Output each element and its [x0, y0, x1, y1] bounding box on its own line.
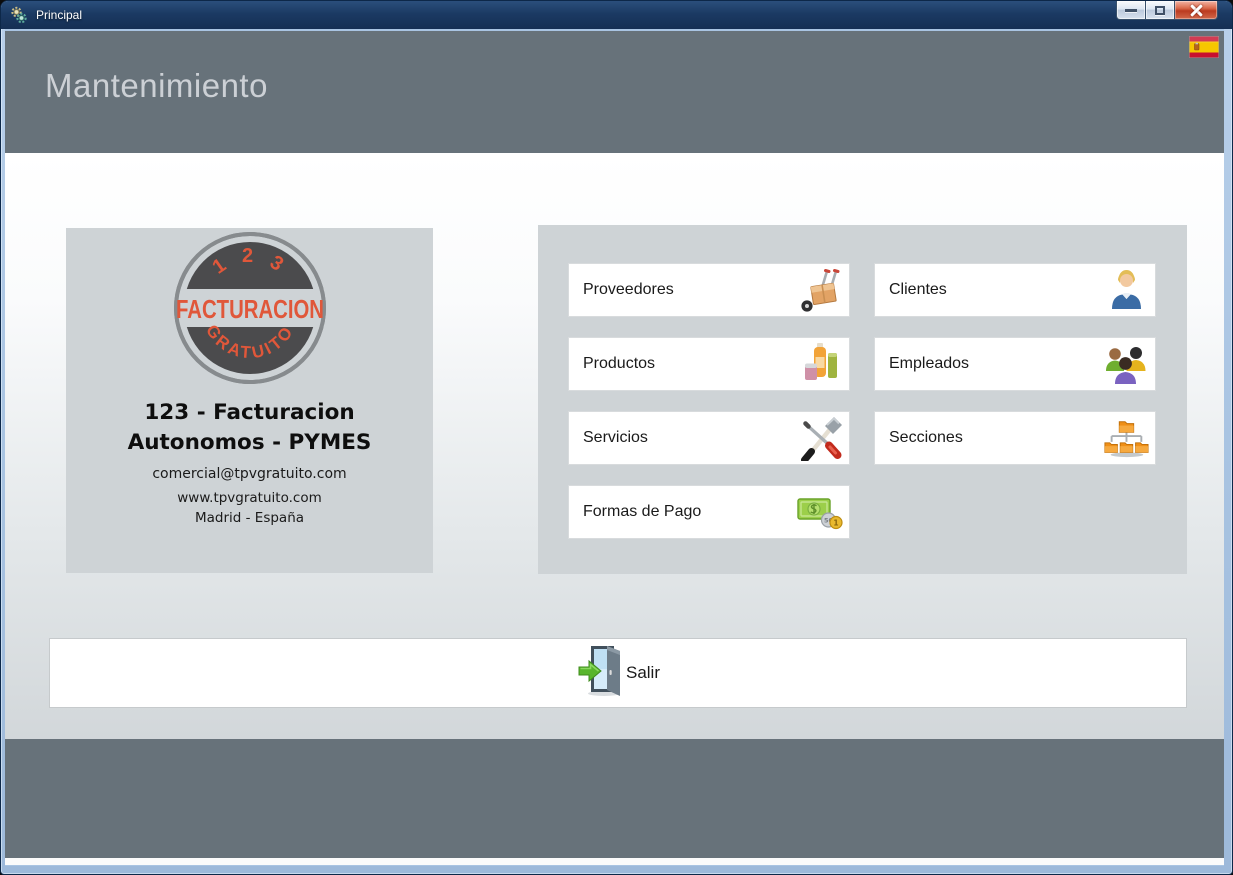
bottom-strip — [5, 858, 1224, 865]
minimize-icon — [1125, 9, 1137, 12]
clientes-label: Clientes — [889, 281, 947, 299]
employees-icon — [1103, 340, 1149, 388]
secciones-button[interactable]: Secciones — [874, 411, 1156, 465]
empleados-label: Empleados — [889, 355, 969, 373]
productos-button[interactable]: Productos — [568, 337, 850, 391]
page-title: Mantenimiento — [45, 67, 268, 105]
main-area: 1 2 3 FACTURACION GRATUITO 123 - Factura… — [5, 153, 1224, 739]
page-footer — [5, 739, 1224, 858]
maintenance-menu-panel: Proveedores — [538, 225, 1187, 574]
sections-tree-icon — [1103, 414, 1149, 462]
servicios-label: Servicios — [583, 429, 648, 447]
title-bar[interactable]: Principal — [1, 1, 1232, 29]
minimize-button[interactable] — [1116, 1, 1146, 20]
clientes-button[interactable]: Clientes — [874, 263, 1156, 317]
company-email: comercial@tpvgratuito.com — [66, 466, 433, 482]
company-logo: 1 2 3 FACTURACION GRATUITO — [66, 228, 433, 391]
customer-icon — [1103, 266, 1149, 314]
formas-de-pago-label: Formas de Pago — [583, 503, 701, 521]
proveedores-label: Proveedores — [583, 281, 674, 299]
salir-button[interactable]: Salir — [49, 638, 1187, 708]
brand-panel: 1 2 3 FACTURACION GRATUITO 123 - Factura… — [66, 228, 433, 573]
application-window: Principal Mantenimiento — [0, 0, 1233, 875]
secciones-label: Secciones — [889, 429, 963, 447]
coin-1-value: 1 — [833, 518, 838, 527]
close-button[interactable] — [1175, 1, 1218, 20]
window-title: Principal — [36, 8, 82, 22]
logo-middle-text: FACTURACION — [176, 294, 324, 324]
company-name: 123 - Facturacion Autonomos - PYMES — [66, 398, 433, 458]
gears-app-icon — [10, 6, 28, 24]
maximize-icon — [1155, 6, 1165, 15]
company-location: Madrid - España — [66, 510, 433, 526]
caption-buttons — [1116, 1, 1218, 20]
servicios-button[interactable]: Servicios — [568, 411, 850, 465]
client-area: Mantenimiento — [5, 29, 1224, 866]
empleados-button[interactable]: Empleados — [874, 337, 1156, 391]
money-icon: 50 1 — [797, 488, 843, 536]
close-icon — [1190, 4, 1203, 17]
page-header: Mantenimiento — [5, 31, 1224, 153]
company-website: www.tpvgratuito.com — [66, 490, 433, 506]
products-icon — [797, 340, 843, 388]
hand-truck-icon — [797, 266, 843, 314]
exit-door-icon — [576, 645, 624, 702]
salir-label: Salir — [626, 663, 660, 683]
productos-label: Productos — [583, 355, 655, 373]
formas-de-pago-button[interactable]: Formas de Pago 50 1 — [568, 485, 850, 539]
tools-icon — [797, 414, 843, 462]
maximize-button[interactable] — [1146, 1, 1175, 20]
proveedores-button[interactable]: Proveedores — [568, 263, 850, 317]
spain-flag-icon[interactable] — [1189, 36, 1219, 58]
